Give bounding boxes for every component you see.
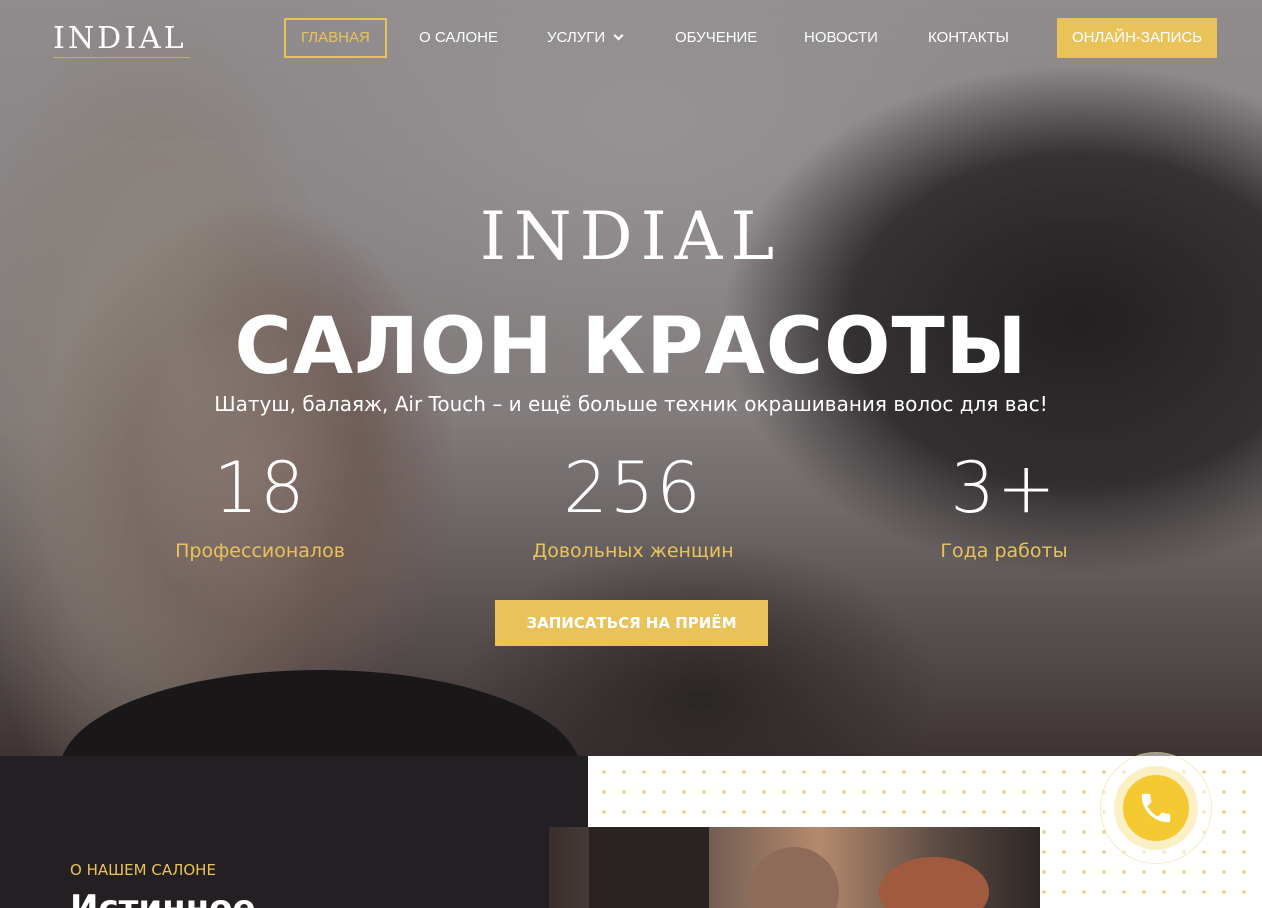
stat-years: 3+ Года работы [874,448,1134,562]
about-dark-panel [0,756,588,908]
site-logo[interactable]: INDIAL [53,22,190,58]
nav-item-contacts[interactable]: Контакты [928,18,1009,58]
nav-item-training[interactable]: Обучение [675,18,757,58]
online-booking-button[interactable]: Онлайн-запись [1057,18,1217,58]
nav-item-news[interactable]: Новости [804,18,878,58]
nav-item-services-label: Услуги [547,29,606,46]
stat-label: Профессионалов [175,540,345,562]
stat-value: 3+ [950,447,1058,529]
hero-subtitle: Шатуш, балаяж, Air Touch – и ещё больше … [214,392,1048,416]
nav-item-about[interactable]: О салоне [419,18,498,58]
stat-label: Довольных женщин [532,540,734,562]
about-eyebrow: О нашем салоне [70,861,216,879]
stat-happy-women: 256 Довольных женщин [503,448,763,562]
call-button[interactable] [1123,775,1189,841]
stat-professionals: 18 Профессионалов [130,448,390,562]
stat-value: 256 [563,447,703,529]
hero-logo: INDIAL [479,198,783,275]
nav-item-home[interactable]: Главная [284,18,387,58]
hero-title: САЛОН КРАСОТЫ [234,302,1028,392]
stat-value: 18 [213,447,307,529]
stat-label: Года работы [940,540,1068,562]
about-heading: Истинное [70,888,256,908]
nav-item-services[interactable]: Услуги [547,18,624,58]
chevron-down-icon [613,30,624,41]
about-salon-photo [549,827,1040,908]
phone-icon [1141,793,1171,823]
book-appointment-button[interactable]: Записаться на приём [495,600,768,646]
